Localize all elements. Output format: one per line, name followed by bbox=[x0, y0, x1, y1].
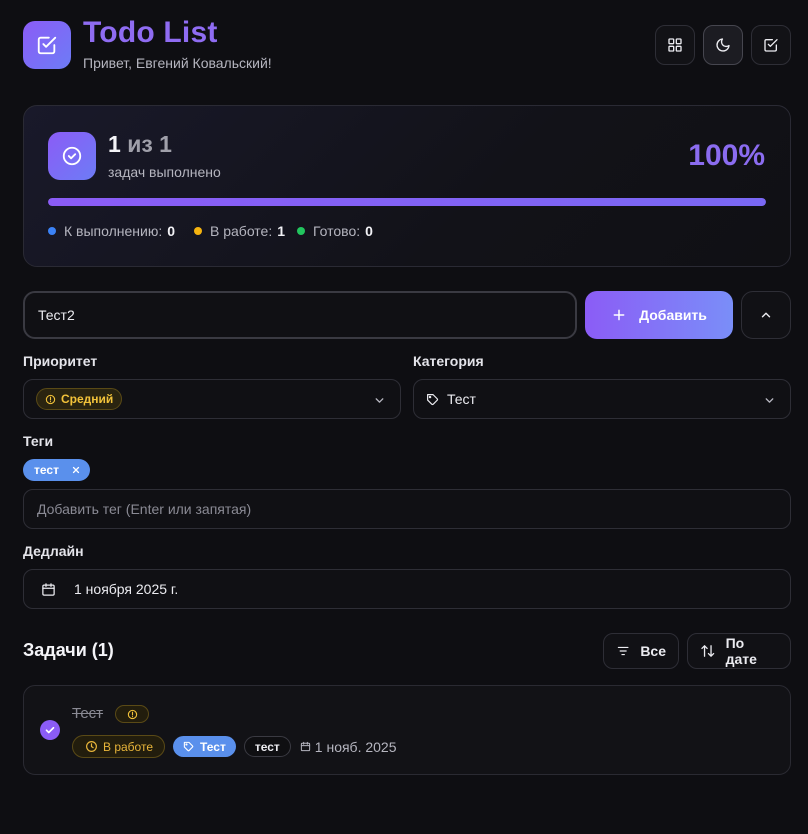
tag-chip-label: тест bbox=[34, 463, 59, 477]
filter-button[interactable]: Все bbox=[603, 633, 679, 669]
in-progress-dot bbox=[194, 227, 202, 235]
sort-label: По дате bbox=[725, 635, 757, 667]
filter-icon bbox=[617, 646, 629, 656]
deadline-input[interactable]: 1 ноября 2025 г. bbox=[23, 569, 791, 609]
priority-value: Средний bbox=[61, 392, 114, 406]
app-title: Todo List bbox=[83, 16, 218, 49]
completion-count: 1 из 1 bbox=[108, 131, 172, 158]
add-task-label: Добавить bbox=[639, 307, 707, 323]
calendar-icon bbox=[300, 741, 310, 752]
grid-icon bbox=[668, 38, 682, 52]
priority-select[interactable]: Средний bbox=[23, 379, 401, 419]
sort-button[interactable]: По дате bbox=[687, 633, 791, 669]
task-title-input[interactable]: Тест2 bbox=[23, 291, 577, 339]
calendar-icon bbox=[42, 582, 55, 596]
deadline-value: 1 ноября 2025 г. bbox=[74, 581, 179, 597]
stats-badge bbox=[48, 132, 96, 180]
tasks-heading: Задачи (1) bbox=[23, 640, 114, 660]
category-select[interactable]: Тест bbox=[413, 379, 791, 419]
stats-card bbox=[23, 105, 791, 267]
category-label: Категория bbox=[413, 353, 484, 369]
priority-label: Приоритет bbox=[23, 353, 98, 369]
task-title: Тест bbox=[72, 705, 104, 722]
check-icon bbox=[45, 726, 55, 734]
theme-toggle-button[interactable] bbox=[703, 25, 743, 65]
sort-icon bbox=[701, 645, 715, 657]
chevron-up-icon bbox=[761, 312, 771, 318]
legend-in-progress-label: В работе: bbox=[210, 223, 273, 239]
plus-icon bbox=[613, 309, 625, 321]
chevron-down-icon bbox=[765, 398, 774, 403]
chevron-down-icon bbox=[375, 398, 384, 403]
legend-todo: К выполнению: 0 bbox=[48, 223, 175, 239]
done-dot bbox=[297, 227, 305, 235]
task-priority-badge bbox=[115, 705, 149, 723]
view-toggle-button[interactable] bbox=[655, 25, 695, 65]
task-status-badge[interactable]: В работе bbox=[72, 735, 166, 758]
tag-icon bbox=[427, 393, 439, 405]
legend-done: Готово: 0 bbox=[297, 223, 373, 239]
filter-label: Все bbox=[640, 643, 666, 659]
category-value: Тест bbox=[447, 391, 476, 407]
progress-fill bbox=[48, 198, 766, 206]
legend-in-progress-value: 1 bbox=[277, 223, 286, 239]
priority-badge: Средний bbox=[36, 388, 123, 410]
task-meta: В работе Тест тест 1 нояб. 2025 bbox=[72, 735, 397, 758]
check-circle-icon bbox=[62, 146, 82, 166]
completed-count: 1 bbox=[108, 131, 121, 157]
total-count: из 1 bbox=[127, 131, 172, 157]
task-category-badge: Тест bbox=[173, 736, 236, 757]
checkbox-icon bbox=[37, 36, 57, 55]
collapse-form-button[interactable] bbox=[741, 291, 791, 339]
tags-label: Теги bbox=[23, 433, 54, 449]
todo-dot bbox=[48, 227, 56, 235]
task-card[interactable] bbox=[23, 685, 791, 775]
add-task-button[interactable]: Добавить bbox=[585, 291, 733, 339]
tag-input[interactable]: Добавить тег (Enter или запятая) bbox=[23, 489, 791, 529]
task-date: 1 нояб. 2025 bbox=[300, 739, 397, 755]
stats-subtitle: задач выполнено bbox=[108, 164, 221, 180]
task-tag-badge: тест bbox=[243, 736, 291, 757]
task-status-label: В работе bbox=[103, 739, 154, 754]
legend-in-progress: В работе: 1 bbox=[194, 223, 285, 239]
info-icon bbox=[127, 709, 137, 719]
deadline-label: Дедлайн bbox=[23, 543, 84, 559]
legend-done-label: Готово: bbox=[313, 223, 361, 239]
select-mode-button[interactable] bbox=[751, 25, 791, 65]
progress-bar bbox=[48, 198, 766, 206]
task-date-label: 1 нояб. 2025 bbox=[314, 738, 397, 755]
info-icon bbox=[45, 394, 56, 404]
check-square-icon bbox=[764, 39, 778, 52]
clock-icon bbox=[86, 741, 97, 752]
completion-percent: 100% bbox=[688, 139, 765, 172]
task-checkbox[interactable] bbox=[40, 720, 60, 740]
moon-icon bbox=[716, 38, 730, 52]
app-logo bbox=[23, 21, 71, 69]
legend-todo-label: К выполнению: bbox=[64, 223, 163, 239]
legend-done-value: 0 bbox=[365, 223, 373, 239]
tag-chip: тест bbox=[23, 459, 90, 481]
greeting-text: Привет, Евгений Ковальский! bbox=[83, 55, 272, 71]
task-category-label: Тест bbox=[200, 739, 226, 754]
close-icon[interactable] bbox=[71, 465, 81, 475]
legend-todo-value: 0 bbox=[167, 223, 176, 239]
tag-icon bbox=[183, 741, 194, 752]
